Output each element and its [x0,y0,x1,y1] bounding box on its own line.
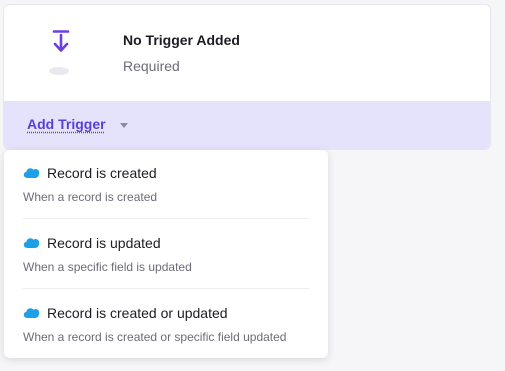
trigger-card-footer: Add Trigger [4,101,490,149]
add-trigger-button[interactable]: Add Trigger [27,116,106,132]
trigger-card-body: No Trigger Added Required [4,5,490,101]
menu-item-label: Record is created [47,165,157,181]
trigger-title: No Trigger Added [123,32,240,48]
menu-item-description: When a record is created [23,190,158,204]
trigger-card: No Trigger Added Required Add Trigger [3,4,491,150]
menu-item-record-updated[interactable]: Record is updated When a specific field … [4,220,328,290]
menu-item-label: Record is updated [47,235,161,251]
trigger-status: Required [123,58,180,74]
menu-item-record-created[interactable]: Record is created When a record is creat… [4,150,328,220]
menu-item-label: Record is created or updated [47,305,228,321]
salesforce-cloud-icon [23,238,40,248]
salesforce-cloud-icon [23,168,40,178]
chevron-down-icon[interactable] [120,123,128,128]
menu-item-description: When a record is created or specific fie… [23,330,287,344]
download-arrow-icon [50,29,72,79]
divider [23,288,309,289]
menu-item-description: When a specific field is updated [23,260,192,274]
divider [23,218,309,219]
menu-item-record-created-or-updated[interactable]: Record is created or updated When a reco… [4,290,328,360]
trigger-menu: Record is created When a record is creat… [4,150,328,358]
salesforce-cloud-icon [23,308,40,318]
